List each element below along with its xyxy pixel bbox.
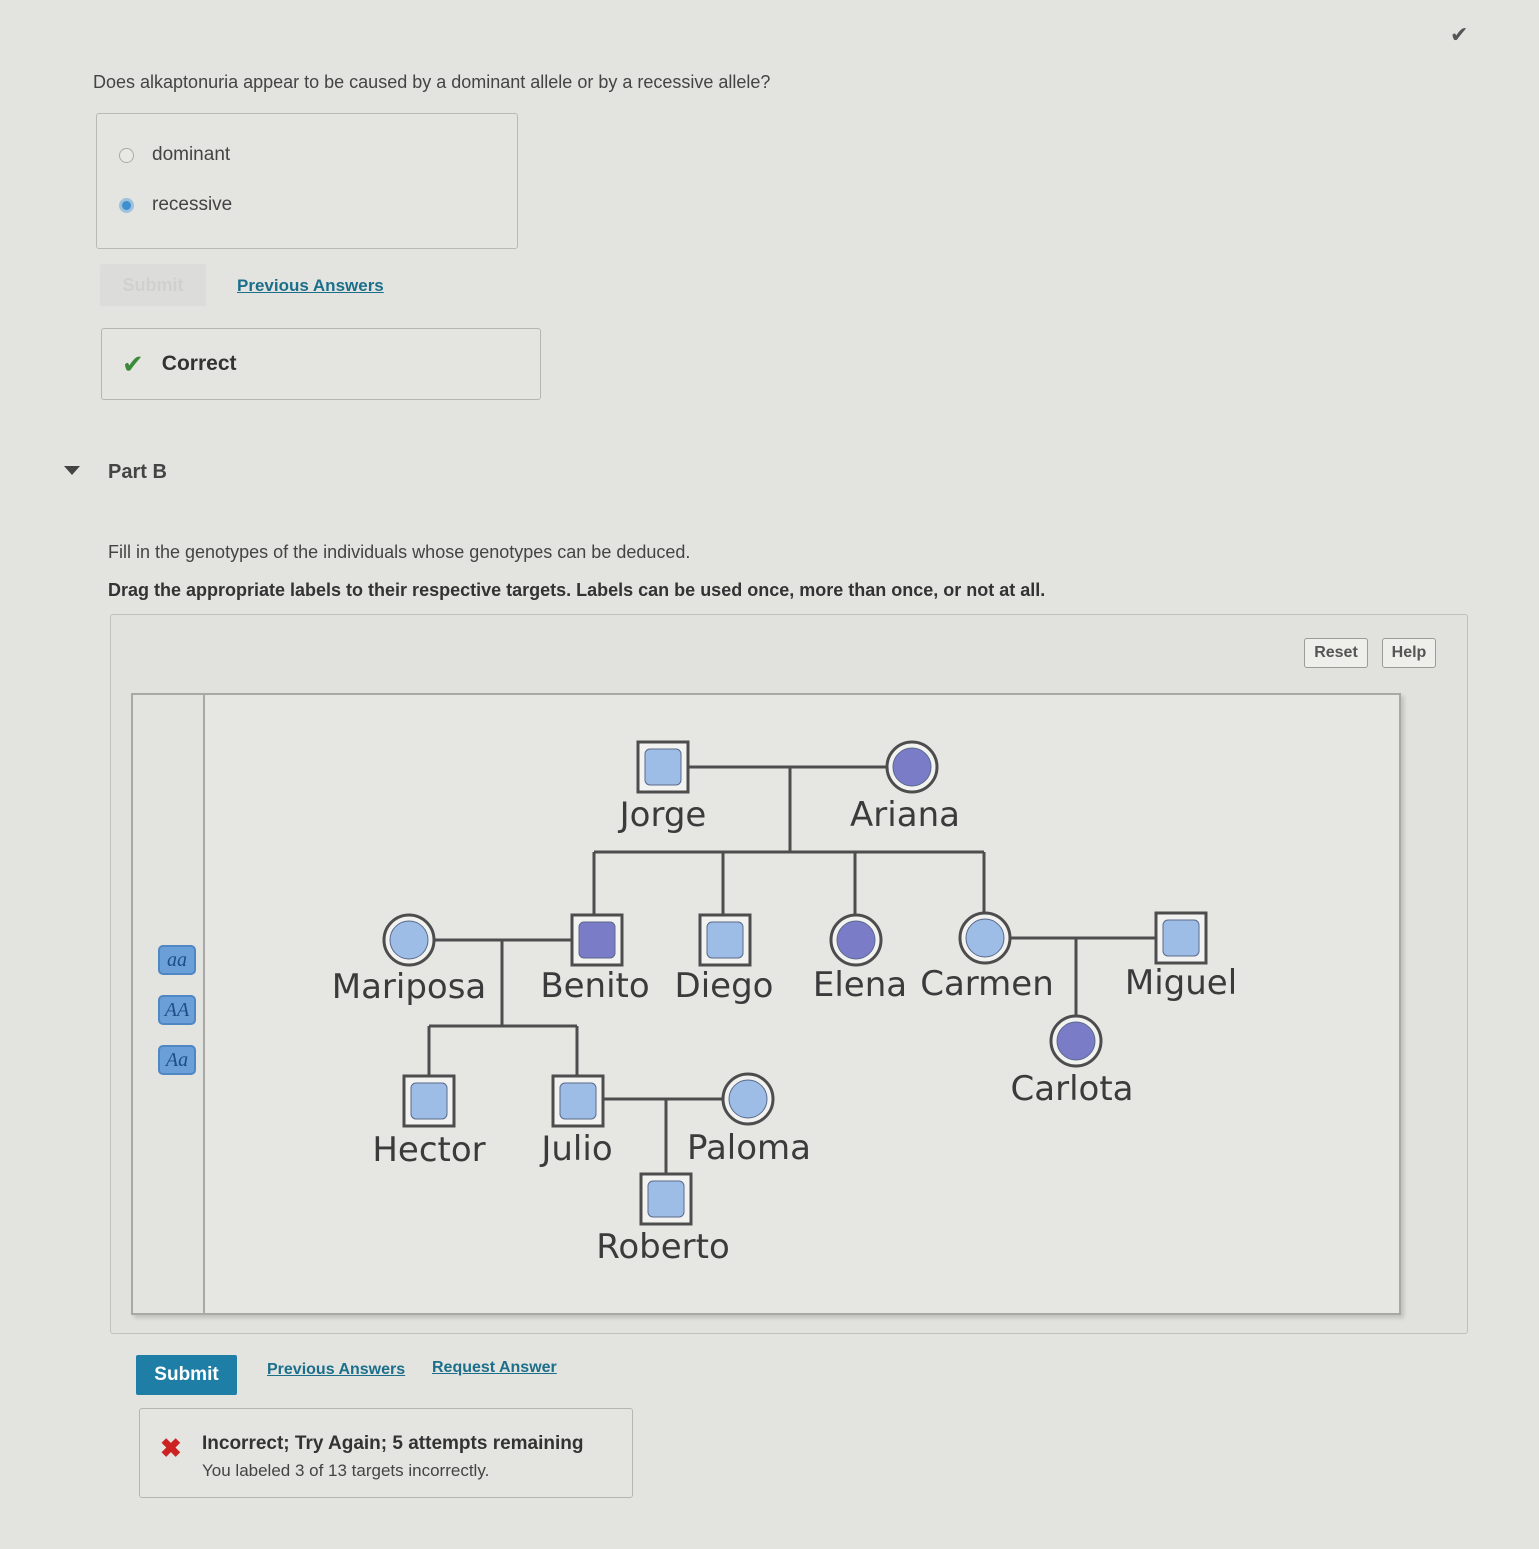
error-x-icon: ✖ bbox=[160, 1433, 182, 1463]
drop-target-paloma[interactable] bbox=[721, 1072, 775, 1126]
drop-target-benito[interactable] bbox=[570, 913, 624, 967]
individual-name: Miguel bbox=[1125, 963, 1237, 1003]
unaffected-fill bbox=[728, 1079, 768, 1119]
drop-target-diego[interactable] bbox=[698, 913, 752, 967]
unaffected-fill bbox=[389, 920, 429, 960]
drop-target-julio[interactable] bbox=[551, 1074, 605, 1128]
drop-target-ariana[interactable] bbox=[885, 740, 939, 794]
drop-target-jorge[interactable] bbox=[636, 740, 690, 794]
unaffected-fill bbox=[644, 748, 682, 786]
feedback-title: Incorrect; Try Again; 5 attempts remaini… bbox=[202, 1433, 584, 1454]
unaffected-fill bbox=[965, 918, 1005, 958]
individual-name: Roberto bbox=[596, 1227, 730, 1267]
affected-fill bbox=[1056, 1021, 1096, 1061]
individual-name: Paloma bbox=[687, 1128, 811, 1168]
drop-target-roberto[interactable] bbox=[639, 1172, 693, 1226]
unaffected-fill bbox=[559, 1082, 597, 1120]
submit-button[interactable]: Submit bbox=[136, 1355, 237, 1395]
feedback-detail: You labeled 3 of 13 targets incorrectly. bbox=[202, 1461, 490, 1480]
affected-fill bbox=[578, 921, 616, 959]
individual-name: Hector bbox=[372, 1130, 485, 1170]
individual-name: Diego bbox=[675, 966, 774, 1006]
affected-fill bbox=[892, 747, 932, 787]
unaffected-fill bbox=[410, 1082, 448, 1120]
feedback-incorrect: ✖ Incorrect; Try Again; 5 attempts remai… bbox=[139, 1408, 633, 1498]
individual-name: Elena bbox=[813, 965, 907, 1005]
unaffected-fill bbox=[647, 1180, 685, 1218]
individual-name: Carmen bbox=[920, 964, 1054, 1004]
drop-target-mariposa[interactable] bbox=[382, 913, 436, 967]
drop-target-hector[interactable] bbox=[402, 1074, 456, 1128]
unaffected-fill bbox=[706, 921, 744, 959]
affected-fill bbox=[836, 920, 876, 960]
individual-name: Benito bbox=[540, 966, 649, 1006]
drop-target-miguel[interactable] bbox=[1154, 911, 1208, 965]
unaffected-fill bbox=[1162, 919, 1200, 957]
drop-target-carmen[interactable] bbox=[958, 911, 1012, 965]
drop-target-carlota[interactable] bbox=[1049, 1014, 1103, 1068]
previous-answers-link[interactable]: Previous Answers bbox=[267, 1361, 405, 1379]
individual-name: Jorge bbox=[618, 795, 707, 835]
pedigree-chart: Jorge Ariana Mariposa Benito Diego Elena Carme… bbox=[332, 740, 1237, 1267]
drop-target-elena[interactable] bbox=[829, 913, 883, 967]
individual-name: Carlota bbox=[1011, 1069, 1134, 1109]
individual-name: Julio bbox=[539, 1129, 612, 1169]
pedigree-names: Jorge Ariana Mariposa Benito Diego Elena Carme… bbox=[332, 795, 1237, 1267]
individual-name: Mariposa bbox=[332, 967, 487, 1007]
individual-name: Ariana bbox=[850, 795, 960, 835]
request-answer-link[interactable]: Request Answer bbox=[432, 1359, 557, 1377]
